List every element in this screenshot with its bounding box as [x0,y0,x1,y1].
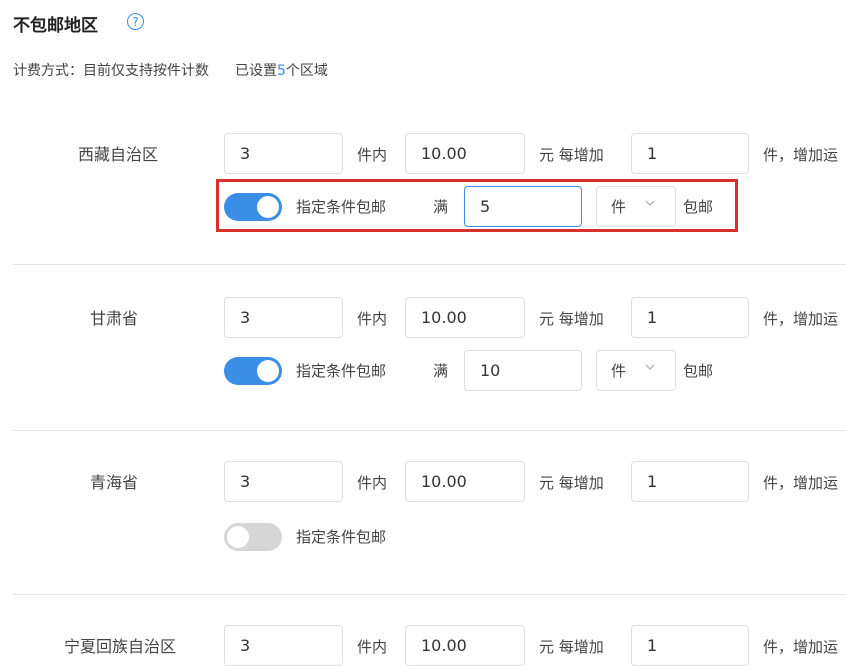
region-name: 宁夏回族自治区 [63,637,176,656]
first-fee-input[interactable]: 10.00 [405,297,525,338]
first-count-input[interactable]: 3 [224,133,343,174]
first-count-input[interactable]: 3 [224,461,343,502]
divider [13,430,846,431]
annotation-highlight-box [216,179,738,232]
region-name: 甘肃省 [89,309,138,328]
condition-label: 指定条件包邮 [296,362,387,380]
first-count-input[interactable]: 3 [224,625,343,666]
full-label: 满 [433,362,449,380]
region-name: 西藏自治区 [77,145,158,164]
toggle-knob [257,360,279,382]
add-count-input[interactable]: 1 [631,461,749,502]
within-label: 件内 [357,474,388,492]
billing-info: 计费方式：目前仅支持按件计数 已设置5个区域 [13,60,328,80]
increase-label: 件，增加运 [763,474,839,492]
increase-label: 件，增加运 [763,146,839,164]
within-label: 件内 [357,146,388,164]
set-suffix: 个区域 [285,63,328,79]
chevron-down-icon [645,364,655,370]
free-shipping-toggle[interactable] [224,523,282,551]
yuan-each-label: 元 每增加 [539,146,604,164]
increase-label: 件，增加运 [763,638,839,656]
first-fee-input[interactable]: 10.00 [405,625,525,666]
threshold-unit-value: 件 [611,362,627,380]
billing-method: 目前仅支持按件计数 [83,63,209,79]
divider [13,264,846,265]
region-count: 5 [277,63,286,79]
first-fee-input[interactable]: 10.00 [405,133,525,174]
increase-label: 件，增加运 [763,310,839,328]
toggle-knob [227,526,249,548]
billing-label: 计费方式： [13,63,83,79]
condition-label: 指定条件包邮 [296,528,387,546]
divider [13,594,846,595]
yuan-each-label: 元 每增加 [539,638,604,656]
free-label: 包邮 [683,362,714,380]
set-prefix: 已设置 [235,63,277,79]
free-shipping-toggle[interactable] [224,357,282,385]
first-fee-input[interactable]: 10.00 [405,461,525,502]
first-count-input[interactable]: 3 [224,297,343,338]
within-label: 件内 [357,310,388,328]
threshold-unit-select[interactable]: 件 [596,350,676,391]
within-label: 件内 [357,638,388,656]
section-title: 不包邮地区 [13,16,98,36]
yuan-each-label: 元 每增加 [539,310,604,328]
add-count-input[interactable]: 1 [631,625,749,666]
add-count-input[interactable]: 1 [631,297,749,338]
threshold-input[interactable]: 10 [464,350,582,391]
help-icon[interactable]: ? [127,13,144,30]
region-name: 青海省 [89,473,138,492]
add-count-input[interactable]: 1 [631,133,749,174]
yuan-each-label: 元 每增加 [539,474,604,492]
